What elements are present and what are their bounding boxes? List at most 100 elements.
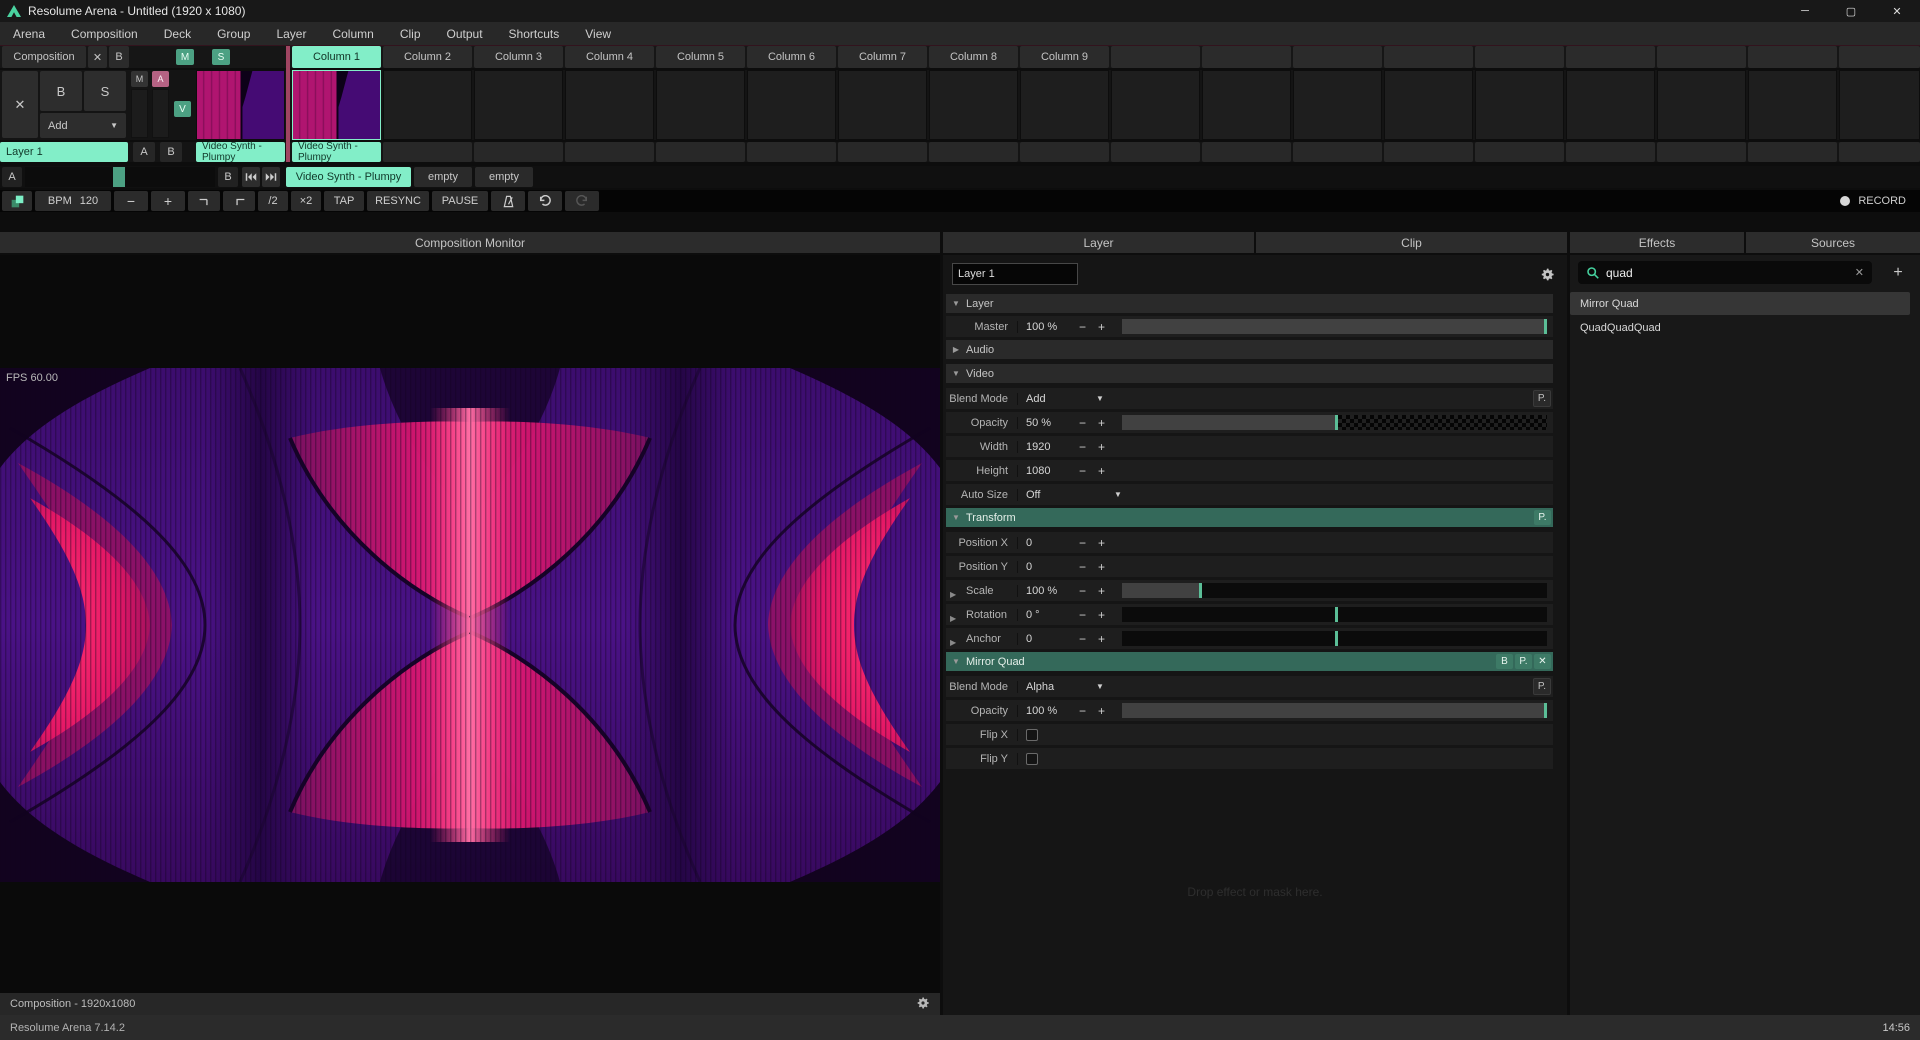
effect-result-quadquadquad[interactable]: QuadQuadQuad bbox=[1570, 316, 1910, 339]
clip-name-cell[interactable] bbox=[1566, 142, 1655, 162]
clip-cell[interactable] bbox=[1475, 70, 1564, 140]
layer-bypass-button[interactable]: B bbox=[40, 71, 82, 111]
clip-name-cell[interactable] bbox=[929, 142, 1018, 162]
column-header-5[interactable]: Column 5 bbox=[656, 46, 745, 68]
nudge-down-button[interactable] bbox=[188, 191, 220, 211]
param-label[interactable]: Anchor bbox=[946, 633, 1018, 645]
clip-cell[interactable] bbox=[1748, 70, 1837, 140]
clip-name-cell[interactable] bbox=[1111, 142, 1200, 162]
crossfader-b-button[interactable]: B bbox=[218, 167, 238, 187]
increment-button[interactable]: + bbox=[1093, 606, 1110, 623]
nudge-up-button[interactable] bbox=[223, 191, 255, 211]
column-header-16[interactable] bbox=[1657, 46, 1746, 68]
column-header-15[interactable] bbox=[1566, 46, 1655, 68]
menu-output[interactable]: Output bbox=[434, 22, 496, 46]
layer-clip-name[interactable]: Video Synth - Plumpy bbox=[196, 142, 285, 162]
menu-view[interactable]: View bbox=[572, 22, 624, 46]
auto-size-dropdown[interactable]: Off bbox=[1018, 489, 1074, 501]
clip-name-cell[interactable] bbox=[838, 142, 927, 162]
column-header-11[interactable] bbox=[1202, 46, 1291, 68]
bpm-sync-mode-button[interactable] bbox=[2, 191, 32, 211]
anchor-slider[interactable] bbox=[1122, 631, 1547, 646]
decrement-button[interactable]: − bbox=[1074, 630, 1091, 647]
param-value[interactable]: 100 % bbox=[1018, 705, 1074, 717]
column-header-9[interactable]: Column 9 bbox=[1020, 46, 1109, 68]
param-value[interactable]: 100 % bbox=[1018, 321, 1074, 333]
crossfader-slider[interactable] bbox=[25, 167, 215, 187]
transform-animation-button[interactable]: P. bbox=[1534, 510, 1551, 525]
decrement-button[interactable]: − bbox=[1074, 558, 1091, 575]
column-header-6[interactable]: Column 6 bbox=[747, 46, 836, 68]
layer-blend-dropdown[interactable]: Add ▼ bbox=[40, 113, 126, 138]
effects-search-box[interactable]: ✕ bbox=[1578, 261, 1872, 284]
increment-button[interactable]: + bbox=[1093, 414, 1110, 431]
effects-search-input[interactable] bbox=[1606, 266, 1855, 280]
master-slider[interactable] bbox=[1122, 319, 1547, 334]
crossfader-a-button[interactable]: A bbox=[2, 167, 22, 187]
section-audio[interactable]: ▶Audio bbox=[946, 340, 1553, 359]
composition-clear-button[interactable]: ✕ bbox=[88, 46, 107, 68]
clip-cell[interactable] bbox=[474, 70, 563, 140]
menu-shortcuts[interactable]: Shortcuts bbox=[496, 22, 573, 46]
flip-y-checkbox[interactable] bbox=[1026, 753, 1038, 765]
layer-clip-thumbnail[interactable] bbox=[196, 70, 285, 140]
tab-clip[interactable]: Clip bbox=[1256, 232, 1567, 253]
param-label[interactable]: Rotation bbox=[946, 609, 1018, 621]
bpm-decrease-button[interactable]: − bbox=[114, 191, 148, 211]
undo-button[interactable] bbox=[528, 191, 562, 211]
clip-name-cell[interactable] bbox=[656, 142, 745, 162]
menu-column[interactable]: Column bbox=[319, 22, 386, 46]
increment-button[interactable]: + bbox=[1093, 558, 1110, 575]
column-header-10[interactable] bbox=[1111, 46, 1200, 68]
clip-cell[interactable] bbox=[1293, 70, 1382, 140]
clip-name-cell[interactable] bbox=[1475, 142, 1564, 162]
clip-name-cell[interactable] bbox=[1657, 142, 1746, 162]
column-header-3[interactable]: Column 3 bbox=[474, 46, 563, 68]
increment-button[interactable]: + bbox=[1093, 582, 1110, 599]
redo-button[interactable] bbox=[565, 191, 599, 211]
section-layer[interactable]: ▼Layer bbox=[946, 294, 1553, 313]
record-button[interactable]: RECORD bbox=[1840, 195, 1920, 207]
add-effect-button[interactable]: + bbox=[1884, 261, 1912, 284]
param-value[interactable]: 0 bbox=[1018, 633, 1074, 645]
effect-remove-button[interactable]: ✕ bbox=[1534, 654, 1551, 669]
column1-clip-thumbnail[interactable] bbox=[292, 70, 381, 140]
clip-name-cell[interactable] bbox=[1020, 142, 1109, 162]
column-header-12[interactable] bbox=[1293, 46, 1382, 68]
effect-animation-button[interactable]: P. bbox=[1515, 654, 1532, 669]
layer-ab-b-button[interactable]: B bbox=[160, 142, 182, 162]
clip-cell[interactable] bbox=[1020, 70, 1109, 140]
maximize-button[interactable]: ▢ bbox=[1828, 0, 1874, 22]
composition-s-toggle[interactable]: S bbox=[212, 49, 230, 65]
clip-name-cell[interactable] bbox=[1384, 142, 1473, 162]
clip-cell[interactable] bbox=[383, 70, 472, 140]
section-transform[interactable]: ▼ Transform P. bbox=[946, 508, 1553, 527]
increment-button[interactable]: + bbox=[1093, 438, 1110, 455]
tab-effects[interactable]: Effects bbox=[1570, 232, 1744, 253]
layer-ab-a-button[interactable]: A bbox=[133, 142, 155, 162]
tab-layer[interactable]: Layer bbox=[943, 232, 1254, 253]
layer-settings-button[interactable] bbox=[1540, 267, 1555, 285]
blend-mode-dropdown[interactable]: Add bbox=[1018, 393, 1074, 405]
section-mirror-quad[interactable]: ▼ Mirror Quad B P. ✕ bbox=[946, 652, 1553, 671]
clip-cell[interactable] bbox=[1657, 70, 1746, 140]
clip-cell[interactable] bbox=[838, 70, 927, 140]
flip-x-checkbox[interactable] bbox=[1026, 729, 1038, 741]
increment-button[interactable]: + bbox=[1093, 318, 1110, 335]
effect-result-mirror-quad[interactable]: Mirror Quad bbox=[1570, 292, 1910, 315]
column-header-7[interactable]: Column 7 bbox=[838, 46, 927, 68]
decrement-button[interactable]: − bbox=[1074, 318, 1091, 335]
layer-name-input[interactable] bbox=[952, 263, 1078, 285]
active-clip-button[interactable]: Video Synth - Plumpy bbox=[286, 167, 411, 187]
column1-clip-name[interactable]: Video Synth - Plumpy bbox=[292, 142, 381, 162]
mq-blend-mode-dropdown[interactable]: Alpha bbox=[1018, 681, 1074, 693]
bpm-half-button[interactable]: /2 bbox=[258, 191, 288, 211]
clip-name-cell[interactable] bbox=[1839, 142, 1920, 162]
empty-clip-slot-1[interactable]: empty bbox=[414, 167, 472, 187]
bpm-display[interactable]: BPM 120 bbox=[35, 191, 111, 211]
layer-a-toggle[interactable]: A bbox=[152, 71, 169, 87]
effect-bypass-button[interactable]: B bbox=[1496, 654, 1513, 669]
minimize-button[interactable]: ─ bbox=[1782, 0, 1828, 22]
param-animation-button[interactable]: P. bbox=[1533, 678, 1551, 695]
menu-composition[interactable]: Composition bbox=[58, 22, 151, 46]
